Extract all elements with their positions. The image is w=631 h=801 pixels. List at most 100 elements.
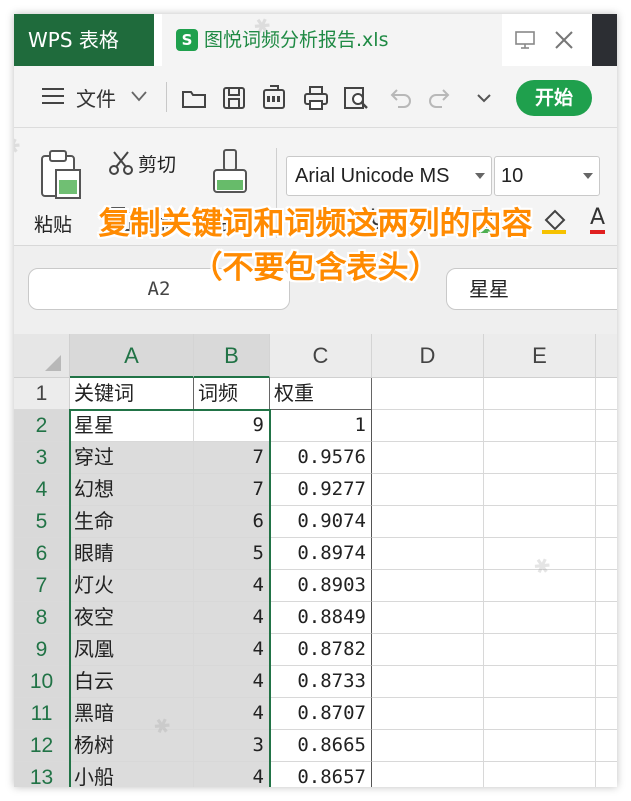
cell-e10[interactable]	[484, 666, 596, 698]
cell-c2[interactable]: 1	[270, 410, 372, 442]
cell-b5[interactable]: 6	[194, 506, 270, 538]
file-menu[interactable]: 文件	[76, 83, 116, 112]
column-header-e[interactable]: E	[484, 334, 596, 378]
dropdown-arrow-icon[interactable]	[475, 173, 485, 179]
save-icon[interactable]	[220, 84, 248, 112]
row-header[interactable]: 7	[14, 570, 70, 602]
cell-a1[interactable]: 关键词	[70, 378, 194, 410]
cell-f7[interactable]	[596, 570, 617, 602]
scissors-icon[interactable]	[108, 150, 134, 176]
cell-e2[interactable]	[484, 410, 596, 442]
cell-c8[interactable]: 0.8849	[270, 602, 372, 634]
cell-c1[interactable]: 权重	[270, 378, 372, 410]
restore-window-icon[interactable]	[514, 30, 536, 50]
close-icon[interactable]	[552, 28, 576, 52]
hamburger-menu-icon[interactable]	[40, 85, 66, 107]
row-header[interactable]: 11	[14, 698, 70, 730]
cell-b3[interactable]: 7	[194, 442, 270, 474]
cell-d10[interactable]	[372, 666, 484, 698]
cell-a11[interactable]: 黑暗	[70, 698, 194, 730]
formula-input[interactable]: 星星	[446, 268, 617, 310]
cell-a9[interactable]: 凤凰	[70, 634, 194, 666]
cell-a2[interactable]: 星星	[70, 410, 194, 442]
cell-f10[interactable]	[596, 666, 617, 698]
cell-f3[interactable]	[596, 442, 617, 474]
cell-a10[interactable]: 白云	[70, 666, 194, 698]
cell-f9[interactable]	[596, 634, 617, 666]
cell-a7[interactable]: 灯火	[70, 570, 194, 602]
column-header-c[interactable]: C	[270, 334, 372, 378]
cell-c9[interactable]: 0.8782	[270, 634, 372, 666]
app-tab[interactable]: WPS 表格	[14, 14, 154, 66]
cell-a8[interactable]: 夜空	[70, 602, 194, 634]
cell-e9[interactable]	[484, 634, 596, 666]
cell-a3[interactable]: 穿过	[70, 442, 194, 474]
cell-d4[interactable]	[372, 474, 484, 506]
start-tab-button[interactable]: 开始	[516, 80, 592, 116]
font-name-select[interactable]: Arial Unicode MS	[286, 156, 492, 196]
cell-d2[interactable]	[372, 410, 484, 442]
column-header-b[interactable]: B	[194, 334, 270, 378]
fill-color-icon[interactable]	[470, 208, 496, 234]
cell-c13[interactable]: 0.8657	[270, 762, 372, 787]
cell-f11[interactable]	[596, 698, 617, 730]
font-color-icon[interactable]: A	[590, 206, 606, 234]
row-header[interactable]: 8	[14, 602, 70, 634]
cell-a6[interactable]: 眼睛	[70, 538, 194, 570]
cell-d13[interactable]	[372, 762, 484, 787]
cell-b7[interactable]: 4	[194, 570, 270, 602]
row-header[interactable]: 13	[14, 762, 70, 787]
cell-e6[interactable]	[484, 538, 596, 570]
cell-d5[interactable]	[372, 506, 484, 538]
cell-b2[interactable]: 9	[194, 410, 270, 442]
format-painter-icon[interactable]	[210, 148, 250, 200]
paint-bucket-icon[interactable]	[540, 206, 570, 234]
cell-c12[interactable]: 0.8665	[270, 730, 372, 762]
cell-b12[interactable]: 3	[194, 730, 270, 762]
cell-a5[interactable]: 生命	[70, 506, 194, 538]
cell-a13[interactable]: 小船	[70, 762, 194, 787]
cell-f12[interactable]	[596, 730, 617, 762]
row-header[interactable]: 2	[14, 410, 70, 442]
paste-icon[interactable]	[36, 148, 84, 200]
cell-d8[interactable]	[372, 602, 484, 634]
cell-f2[interactable]	[596, 410, 617, 442]
spreadsheet-grid[interactable]: A B C D E 1 关键词 词频 权重 2 星星 9 1 3 穿过 7 0.9576 4 幻想 7 0.9…	[14, 334, 617, 787]
cell-f4[interactable]	[596, 474, 617, 506]
row-header[interactable]: 6	[14, 538, 70, 570]
cell-d11[interactable]	[372, 698, 484, 730]
cell-a4[interactable]: 幻想	[70, 474, 194, 506]
cell-f1[interactable]	[596, 378, 617, 410]
file-tab[interactable]: S 图悦词频分析报告.xls	[162, 14, 502, 66]
cell-a12[interactable]: 杨树	[70, 730, 194, 762]
cell-e5[interactable]	[484, 506, 596, 538]
row-header[interactable]: 1	[14, 378, 70, 410]
cell-e1[interactable]	[484, 378, 596, 410]
cell-e8[interactable]	[484, 602, 596, 634]
bold-icon[interactable]: B	[296, 206, 313, 231]
borders-icon[interactable]	[414, 208, 440, 232]
cell-d1[interactable]	[372, 378, 484, 410]
cell-c4[interactable]: 0.9277	[270, 474, 372, 506]
row-header[interactable]: 12	[14, 730, 70, 762]
row-header[interactable]: 5	[14, 506, 70, 538]
cell-d7[interactable]	[372, 570, 484, 602]
cell-b8[interactable]: 4	[194, 602, 270, 634]
cell-c6[interactable]: 0.8974	[270, 538, 372, 570]
cell-c10[interactable]: 0.8733	[270, 666, 372, 698]
chevron-down-icon[interactable]	[130, 89, 148, 103]
more-chevron-icon[interactable]	[470, 84, 498, 112]
cell-f6[interactable]	[596, 538, 617, 570]
format-painter-button[interactable]: 格式刷	[198, 210, 255, 237]
dropdown-arrow-icon[interactable]	[583, 173, 593, 179]
copy-icon[interactable]	[108, 206, 132, 232]
print-icon[interactable]	[302, 84, 330, 112]
cell-d12[interactable]	[372, 730, 484, 762]
cell-b10[interactable]: 4	[194, 666, 270, 698]
cell-c5[interactable]: 0.9074	[270, 506, 372, 538]
cell-b13[interactable]: 4	[194, 762, 270, 787]
row-header[interactable]: 3	[14, 442, 70, 474]
print-preview-icon[interactable]	[342, 84, 370, 112]
cell-d6[interactable]	[372, 538, 484, 570]
column-header-f[interactable]	[596, 334, 617, 378]
